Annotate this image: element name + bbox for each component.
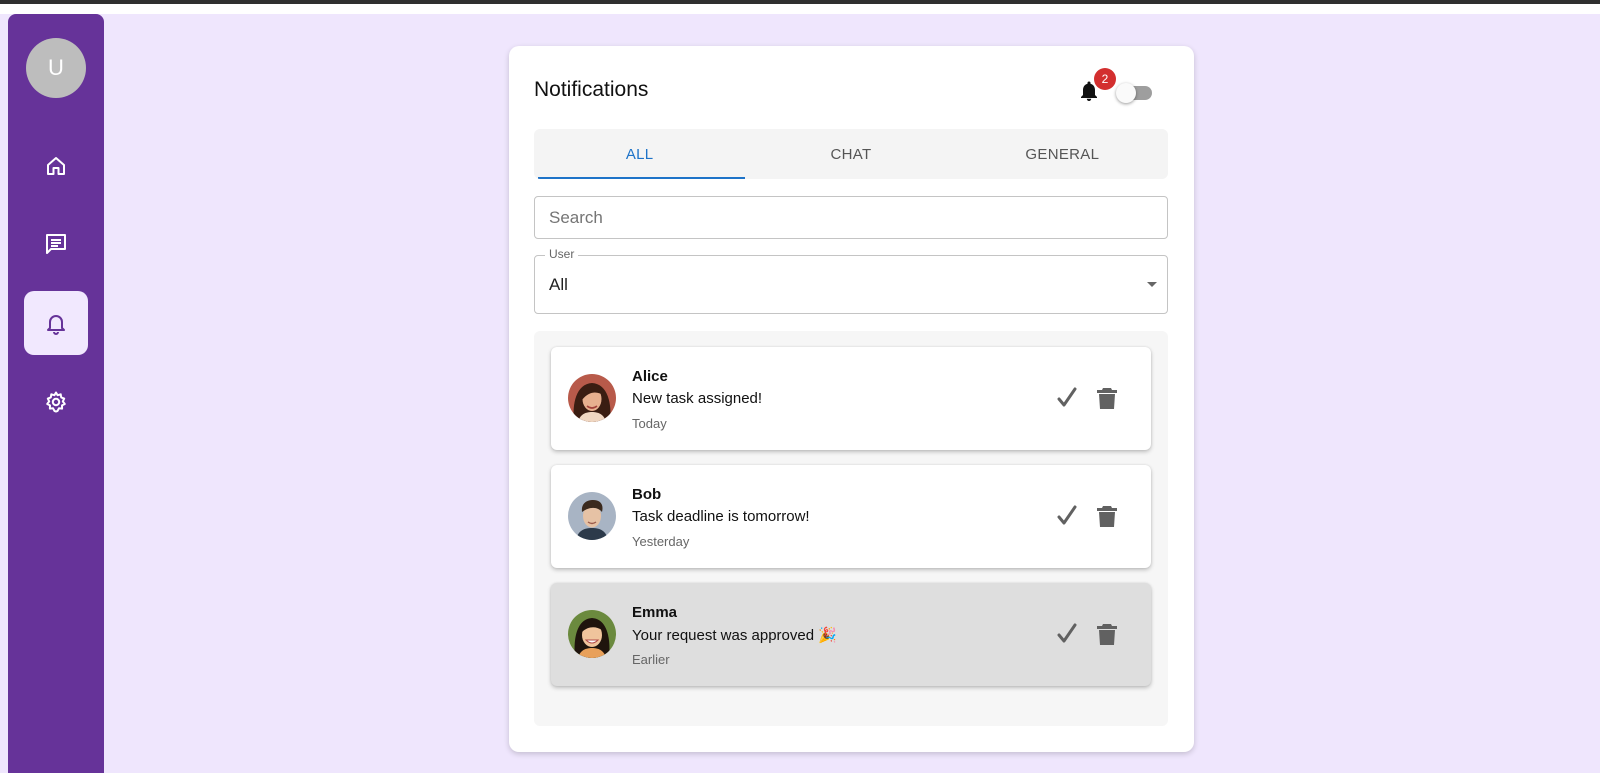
sender-name: Emma bbox=[632, 604, 678, 621]
theme-toggle[interactable] bbox=[1116, 79, 1158, 105]
user-avatar[interactable]: U bbox=[26, 38, 86, 98]
user-select-label: User bbox=[545, 247, 579, 261]
notification-list: Alice New task assigned! Today Bob Task … bbox=[534, 331, 1168, 726]
mark-read-button[interactable] bbox=[1054, 503, 1080, 529]
mark-read-button[interactable] bbox=[1054, 385, 1080, 411]
bob-avatar-image bbox=[568, 492, 616, 540]
bell-icon bbox=[47, 315, 65, 335]
notifications-panel: Notifications 2 ALL CHAT GENERAL User Al… bbox=[509, 46, 1194, 752]
toggle-thumb bbox=[1116, 83, 1136, 103]
check-icon bbox=[1057, 505, 1077, 525]
dropdown-arrow-icon bbox=[1147, 282, 1157, 287]
delete-button[interactable] bbox=[1094, 621, 1120, 647]
notification-bell-button[interactable]: 2 bbox=[1074, 68, 1116, 106]
sidebar: U bbox=[8, 14, 104, 773]
mark-read-button[interactable] bbox=[1054, 621, 1080, 647]
sidebar-item-chat[interactable] bbox=[24, 212, 88, 276]
sender-name: Bob bbox=[632, 486, 662, 503]
unread-count-badge: 2 bbox=[1094, 68, 1116, 90]
notification-message: Your request was approved 🎉 bbox=[632, 627, 837, 644]
notification-item[interactable]: Bob Task deadline is tomorrow! Yesterday bbox=[551, 465, 1151, 568]
tab-chat[interactable]: CHAT bbox=[745, 129, 956, 179]
avatar bbox=[568, 492, 616, 540]
check-icon bbox=[1057, 387, 1077, 407]
notification-time: Yesterday bbox=[632, 534, 690, 549]
home-icon bbox=[47, 157, 65, 175]
trash-icon bbox=[1097, 506, 1117, 527]
chat-icon bbox=[46, 234, 66, 254]
trash-icon bbox=[1097, 624, 1117, 645]
gear-icon bbox=[46, 391, 66, 413]
tab-general[interactable]: GENERAL bbox=[957, 129, 1168, 179]
avatar bbox=[568, 610, 616, 658]
search-input[interactable] bbox=[534, 196, 1168, 239]
sidebar-item-home[interactable] bbox=[24, 134, 88, 198]
avatar bbox=[568, 374, 616, 422]
sender-name: Alice bbox=[632, 368, 668, 385]
trash-icon bbox=[1097, 388, 1117, 409]
user-select[interactable]: User All bbox=[534, 247, 1168, 314]
emma-avatar-image bbox=[568, 610, 616, 658]
notification-tabs: ALL CHAT GENERAL bbox=[534, 129, 1168, 179]
sidebar-item-settings[interactable] bbox=[24, 370, 88, 434]
top-strip bbox=[0, 4, 1600, 14]
alice-avatar-image bbox=[568, 374, 616, 422]
notification-time: Today bbox=[632, 416, 667, 431]
notification-message: Task deadline is tomorrow! bbox=[632, 508, 810, 525]
notification-time: Earlier bbox=[632, 652, 670, 667]
notification-item[interactable]: Alice New task assigned! Today bbox=[551, 347, 1151, 450]
notification-message: New task assigned! bbox=[632, 390, 763, 407]
user-select-value: All bbox=[549, 275, 568, 294]
sidebar-item-notifications[interactable] bbox=[24, 291, 88, 355]
notification-item[interactable]: Emma Your request was approved 🎉 Earlier bbox=[551, 583, 1151, 686]
delete-button[interactable] bbox=[1094, 385, 1120, 411]
delete-button[interactable] bbox=[1094, 503, 1120, 529]
check-icon bbox=[1057, 623, 1077, 643]
tab-all[interactable]: ALL bbox=[534, 129, 746, 179]
page-title: Notifications bbox=[534, 78, 649, 101]
